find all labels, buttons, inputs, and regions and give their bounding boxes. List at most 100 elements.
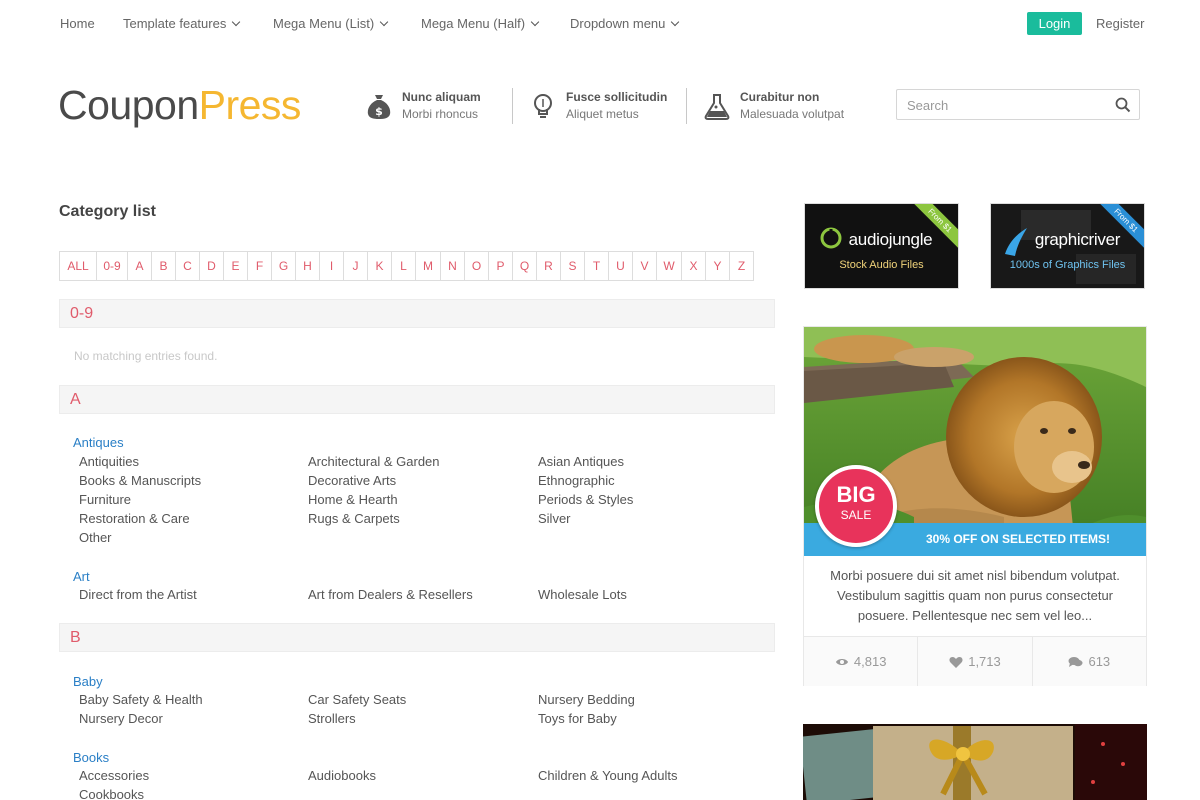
top-navigation: Home Template features Mega Menu (List) … — [0, 0, 1200, 46]
letter-filter-m[interactable]: M — [415, 251, 441, 281]
letter-filter-r[interactable]: R — [536, 251, 561, 281]
letter-filter-a[interactable]: A — [127, 251, 152, 281]
letter-filter-j[interactable]: J — [343, 251, 368, 281]
nav-home[interactable]: Home — [60, 16, 95, 31]
letter-filter-p[interactable]: P — [488, 251, 513, 281]
likes-count: 1,713 — [968, 654, 1001, 669]
views-count: 4,813 — [853, 654, 887, 669]
subcategory-link[interactable]: Asian Antiques — [538, 454, 624, 469]
letter-filter-b[interactable]: B — [151, 251, 176, 281]
letter-filter-o[interactable]: O — [464, 251, 489, 281]
letter-filter-y[interactable]: Y — [705, 251, 730, 281]
subcategory-link[interactable]: Rugs & Carpets — [308, 511, 400, 526]
deal-card-gift-image[interactable] — [803, 724, 1147, 800]
deal-card[interactable]: 30% OFF ON SELECTED ITEMS! BIG SALE Morb… — [803, 326, 1147, 686]
subcategory-link[interactable]: Accessories — [79, 768, 149, 783]
letter-filter-z[interactable]: Z — [729, 251, 754, 281]
login-button[interactable]: Login — [1027, 12, 1082, 35]
subcategory-link[interactable]: Strollers — [308, 711, 356, 726]
category-antiques[interactable]: Antiques — [73, 435, 124, 450]
letter-filter-g[interactable]: G — [271, 251, 296, 281]
flask-icon — [704, 94, 730, 120]
nav-mega-menu-list[interactable]: Mega Menu (List) — [273, 16, 389, 31]
ad-graphicriver[interactable]: graphicriver 1000s of Graphics Files Fro… — [990, 203, 1145, 289]
letter-filter-t[interactable]: T — [584, 251, 609, 281]
deal-description: Morbi posuere dui sit amet nisl bibendum… — [830, 568, 1120, 623]
group-header-0-9: 0-9 — [59, 299, 775, 328]
nav-dropdown-menu[interactable]: Dropdown menu — [570, 16, 680, 31]
subcategory-link[interactable]: Wholesale Lots — [538, 587, 627, 602]
subcategory-link[interactable]: Children & Young Adults — [538, 768, 678, 783]
letter-filter-f[interactable]: F — [247, 251, 272, 281]
letter-filter-d[interactable]: D — [199, 251, 224, 281]
subcategory-link[interactable]: Antiquities — [79, 454, 139, 469]
lightbulb-icon — [534, 94, 552, 118]
letter-filter-n[interactable]: N — [440, 251, 465, 281]
letter-filter-e[interactable]: E — [223, 251, 248, 281]
subcategory-link[interactable]: Other — [79, 530, 112, 545]
nav-mega-list-label: Mega Menu (List) — [273, 16, 375, 31]
badge-sale-text: SALE — [840, 508, 872, 522]
comments-stat[interactable]: 613 — [1031, 637, 1146, 686]
letter-filter-x[interactable]: X — [681, 251, 706, 281]
big-sale-badge: BIG SALE — [815, 465, 897, 547]
category-books[interactable]: Books — [73, 750, 109, 765]
letter-filter-l[interactable]: L — [391, 251, 416, 281]
subcategory-link[interactable]: Direct from the Artist — [79, 587, 197, 602]
subcategory-link[interactable]: Restoration & Care — [79, 511, 190, 526]
subcategory-link[interactable]: Home & Hearth — [308, 492, 398, 507]
subcategory-link[interactable]: Audiobooks — [308, 768, 376, 783]
ad-brand: audiojungle — [848, 230, 933, 249]
subcategory-link[interactable]: Ethnographic — [538, 473, 615, 488]
nav-template-features[interactable]: Template features — [123, 16, 241, 31]
likes-stat[interactable]: 1,713 — [917, 637, 1031, 686]
category-baby[interactable]: Baby — [73, 674, 103, 689]
subcategory-link[interactable]: Nursery Decor — [79, 711, 163, 726]
logo-part-press: Press — [198, 82, 302, 128]
site-logo[interactable]: CouponPress — [58, 82, 301, 128]
subcategory-link[interactable]: Furniture — [79, 492, 131, 507]
subcategory-link[interactable]: Baby Safety & Health — [79, 692, 203, 707]
chevron-down-icon — [379, 17, 389, 26]
group-header-a: A — [59, 385, 775, 414]
subcategory-link[interactable]: Decorative Arts — [308, 473, 396, 488]
letter-filter-w[interactable]: W — [656, 251, 682, 281]
subcategory-link[interactable]: Nursery Bedding — [538, 692, 635, 707]
subcategory-link[interactable]: Books & Manuscripts — [79, 473, 201, 488]
letter-filter-i[interactable]: I — [319, 251, 344, 281]
deal-image[interactable]: 30% OFF ON SELECTED ITEMS! BIG SALE — [804, 327, 1146, 556]
letter-filter-v[interactable]: V — [632, 251, 657, 281]
subcategory-link[interactable]: Cookbooks — [79, 787, 144, 800]
feature-subtitle: Malesuada volutpat — [740, 107, 845, 121]
deal-stats: 4,813 1,713 613 — [804, 636, 1146, 686]
letter-filter-0-9[interactable]: 0-9 — [96, 251, 128, 281]
feature-title: Nunc aliquam — [402, 90, 481, 104]
register-link[interactable]: Register — [1096, 16, 1144, 31]
search-input[interactable] — [907, 96, 1102, 114]
feature-subtitle: Morbi rhoncus — [402, 107, 479, 121]
category-art[interactable]: Art — [73, 569, 90, 584]
feature-subtitle: Aliquet metus — [566, 107, 639, 121]
subcategory-link[interactable]: Toys for Baby — [538, 711, 617, 726]
subcategory-link[interactable]: Art from Dealers & Resellers — [308, 587, 473, 602]
views-stat: 4,813 — [804, 637, 917, 686]
letter-filter-s[interactable]: S — [560, 251, 585, 281]
letter-filter-h[interactable]: H — [295, 251, 320, 281]
comments-icon — [1068, 656, 1083, 667]
subcategory-link[interactable]: Car Safety Seats — [308, 692, 406, 707]
nav-mega-menu-half[interactable]: Mega Menu (Half) — [421, 16, 540, 31]
letter-filter-q[interactable]: Q — [512, 251, 537, 281]
search-icon[interactable] — [1115, 97, 1131, 113]
letter-filter-all[interactable]: ALL — [59, 251, 97, 281]
feature-2-text: Fusce sollicitudin Aliquet metus — [566, 89, 667, 123]
subcategory-link[interactable]: Periods & Styles — [538, 492, 633, 507]
subcategory-link[interactable]: Silver — [538, 511, 571, 526]
subcategory-link[interactable]: Architectural & Garden — [308, 454, 440, 469]
ad-audiojungle[interactable]: audiojungle Stock Audio Files From $1 — [804, 203, 959, 289]
letter-filter-u[interactable]: U — [608, 251, 633, 281]
feature-3: Curabitur non Malesuada volutpat — [702, 86, 844, 126]
letter-filter-c[interactable]: C — [175, 251, 200, 281]
nav-mega-half-label: Mega Menu (Half) — [421, 16, 526, 31]
letter-filter-k[interactable]: K — [367, 251, 392, 281]
divider — [512, 88, 513, 124]
